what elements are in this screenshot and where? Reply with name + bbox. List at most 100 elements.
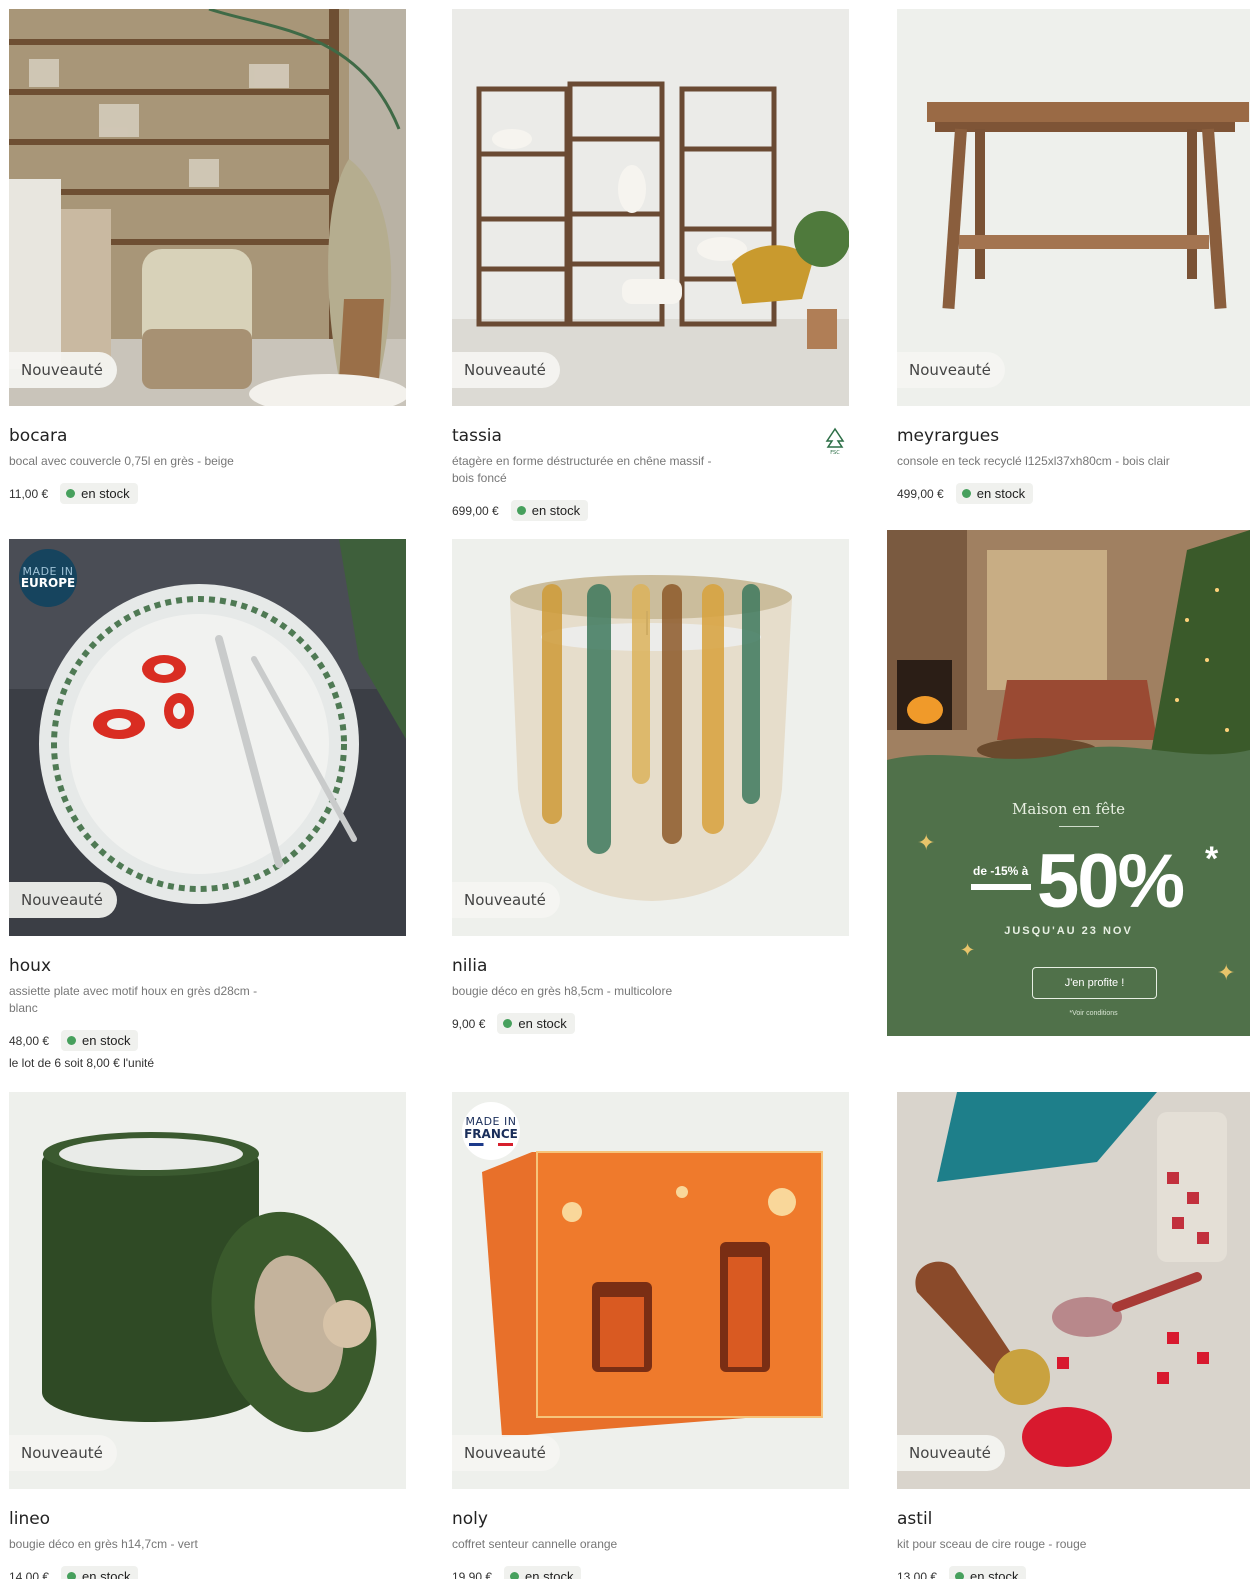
wax-seal-kit-illustration xyxy=(897,1092,1250,1489)
stock-badge: en stock xyxy=(61,1030,139,1051)
french-flag-icon xyxy=(469,1142,513,1146)
stock-badge: en stock xyxy=(504,1566,582,1579)
gift-box-illustration xyxy=(452,1092,849,1489)
product-name[interactable]: nilia xyxy=(452,956,849,976)
sparkle-icon: ✦ xyxy=(917,830,936,855)
fsc-tree-icon: FSC xyxy=(825,427,845,455)
stock-badge: en stock xyxy=(60,483,138,504)
product-name[interactable]: astil xyxy=(897,1509,1250,1529)
product-image[interactable]: MADE IN EUROPE Nouveauté xyxy=(9,539,406,936)
promo-title: Maison en fête xyxy=(1012,800,1125,818)
product-card-astil[interactable]: Nouveauté astil kit pour sceau de cire r… xyxy=(897,1092,1250,1579)
product-name[interactable]: noly xyxy=(452,1509,849,1529)
product-name[interactable]: bocara xyxy=(9,426,406,446)
teak-console-illustration xyxy=(897,9,1250,406)
stock-badge: en stock xyxy=(497,1013,575,1034)
stock-label: en stock xyxy=(976,486,1026,501)
stock-label: en stock xyxy=(82,1033,131,1048)
green-candle-pot-illustration xyxy=(9,1092,406,1489)
product-card-tassia[interactable]: Nouveauté FSC tassia étagère en forme dé… xyxy=(452,9,849,521)
product-image[interactable]: Nouveauté xyxy=(897,1092,1250,1489)
stock-dot-icon xyxy=(961,489,971,498)
stock-badge: en stock xyxy=(955,483,1034,504)
product-name[interactable]: houx xyxy=(9,956,406,976)
product-description: console en teck recyclé l125xl37xh80cm -… xyxy=(897,454,1170,468)
product-description: bougie déco en grès h8,5cm - multicolore xyxy=(452,984,673,998)
made-in-region: FRANCE xyxy=(464,1126,518,1141)
stock-badge: en stock xyxy=(510,500,589,521)
product-image[interactable]: Nouveauté xyxy=(9,9,406,406)
made-in-europe-badge: MADE IN EUROPE xyxy=(19,549,77,607)
product-description: étagère en forme déstructurée en chêne m… xyxy=(452,454,712,485)
lot-info: le lot de 6 soit 8,00 € l'unité xyxy=(9,1056,155,1070)
product-price: 13,00 € xyxy=(897,1569,938,1579)
stock-dot-icon xyxy=(516,506,526,515)
product-image[interactable]: Nouveauté xyxy=(452,539,849,936)
svg-text:FSC: FSC xyxy=(830,450,840,455)
product-price: 499,00 € xyxy=(897,486,944,501)
product-card-houx[interactable]: MADE IN EUROPE Nouveauté houx assiette p… xyxy=(9,539,406,1070)
new-badge: Nouveauté xyxy=(897,1435,1005,1471)
promo-prefix: de -15% à xyxy=(973,864,1029,878)
promo-cta-button[interactable]: J'en profite ! xyxy=(1032,967,1157,999)
new-badge: Nouveauté xyxy=(9,882,117,918)
product-image[interactable]: MADE IN FRANCE Nouveauté xyxy=(452,1092,849,1489)
product-price: 14,00 € xyxy=(9,1569,50,1579)
product-name[interactable]: tassia xyxy=(452,426,849,446)
product-card-noly[interactable]: MADE IN FRANCE Nouveauté noly coffret se… xyxy=(452,1092,849,1579)
sparkle-icon: ✦ xyxy=(1217,960,1236,985)
product-price: 19,90 € xyxy=(452,1569,493,1579)
product-image[interactable]: Nouveauté xyxy=(452,9,849,406)
made-in-region: EUROPE xyxy=(20,576,76,591)
promo-asterisk: * xyxy=(1205,840,1219,878)
product-card-meyrargues[interactable]: Nouveauté meyrargues console en teck rec… xyxy=(897,9,1250,504)
made-in-france-badge: MADE IN FRANCE xyxy=(462,1102,520,1160)
stock-dot-icon xyxy=(67,1572,77,1579)
stock-label: en stock xyxy=(82,1569,131,1579)
product-price: 699,00 € xyxy=(452,503,499,518)
product-description: assiette plate avec motif houx en grès d… xyxy=(9,984,258,1015)
stock-badge: en stock xyxy=(949,1566,1027,1579)
stock-dot-icon xyxy=(503,1019,513,1028)
holly-plate-illustration xyxy=(9,539,406,936)
product-price: 48,00 € xyxy=(9,1033,50,1048)
sparkle-icon: ✦ xyxy=(960,940,976,960)
stock-badge: en stock xyxy=(61,1566,139,1579)
promo-divider xyxy=(1059,826,1099,827)
promo-conditions-link[interactable]: *Voir conditions xyxy=(887,1010,1250,1017)
stock-label: en stock xyxy=(970,1569,1019,1579)
product-name[interactable]: meyrargues xyxy=(897,426,1250,446)
jars-on-shelf-illustration xyxy=(9,9,406,406)
new-badge: Nouveauté xyxy=(452,1435,560,1471)
product-description: kit pour sceau de cire rouge - rouge xyxy=(897,1537,1087,1551)
product-description: coffret senteur cannelle orange xyxy=(452,1537,618,1551)
stock-label: en stock xyxy=(81,486,130,501)
christmas-living-room-illustration xyxy=(887,530,1250,775)
product-image[interactable]: Nouveauté xyxy=(9,1092,406,1489)
stock-dot-icon xyxy=(955,1572,965,1579)
product-price: 11,00 € xyxy=(9,486,49,501)
product-card-bocara[interactable]: Nouveauté bocara bocal avec couvercle 0,… xyxy=(9,9,406,504)
promo-dash xyxy=(971,884,1031,890)
new-badge: Nouveauté xyxy=(452,882,560,918)
stock-dot-icon xyxy=(67,1036,77,1045)
stock-label: en stock xyxy=(531,503,581,518)
product-card-nilia[interactable]: Nouveauté nilia bougie déco en grès h8,5… xyxy=(452,539,849,1034)
stock-dot-icon xyxy=(510,1572,520,1579)
shelf-unit-illustration xyxy=(452,9,849,406)
product-name[interactable]: lineo xyxy=(9,1509,406,1529)
promo-until: JUSQU'AU 23 NOV xyxy=(1004,925,1133,937)
product-description: bocal avec couvercle 0,75l en grès - bei… xyxy=(9,454,234,468)
stock-label: en stock xyxy=(525,1569,574,1579)
stock-label: en stock xyxy=(518,1016,567,1031)
striped-candle-illustration xyxy=(452,539,849,936)
new-badge: Nouveauté xyxy=(9,1435,117,1471)
promo-banner-maison-en-fete[interactable]: ✦ ✦ ✦ Maison en fête de -15% à 50% * JUS… xyxy=(887,530,1250,1036)
new-badge: Nouveauté xyxy=(9,352,117,388)
new-badge: Nouveauté xyxy=(452,352,560,388)
product-price: 9,00 € xyxy=(452,1016,486,1031)
product-card-lineo[interactable]: Nouveauté lineo bougie déco en grès h14,… xyxy=(9,1092,406,1579)
product-image[interactable]: Nouveauté xyxy=(897,9,1250,406)
new-badge: Nouveauté xyxy=(897,352,1005,388)
product-description: bougie déco en grès h14,7cm - vert xyxy=(9,1537,198,1551)
